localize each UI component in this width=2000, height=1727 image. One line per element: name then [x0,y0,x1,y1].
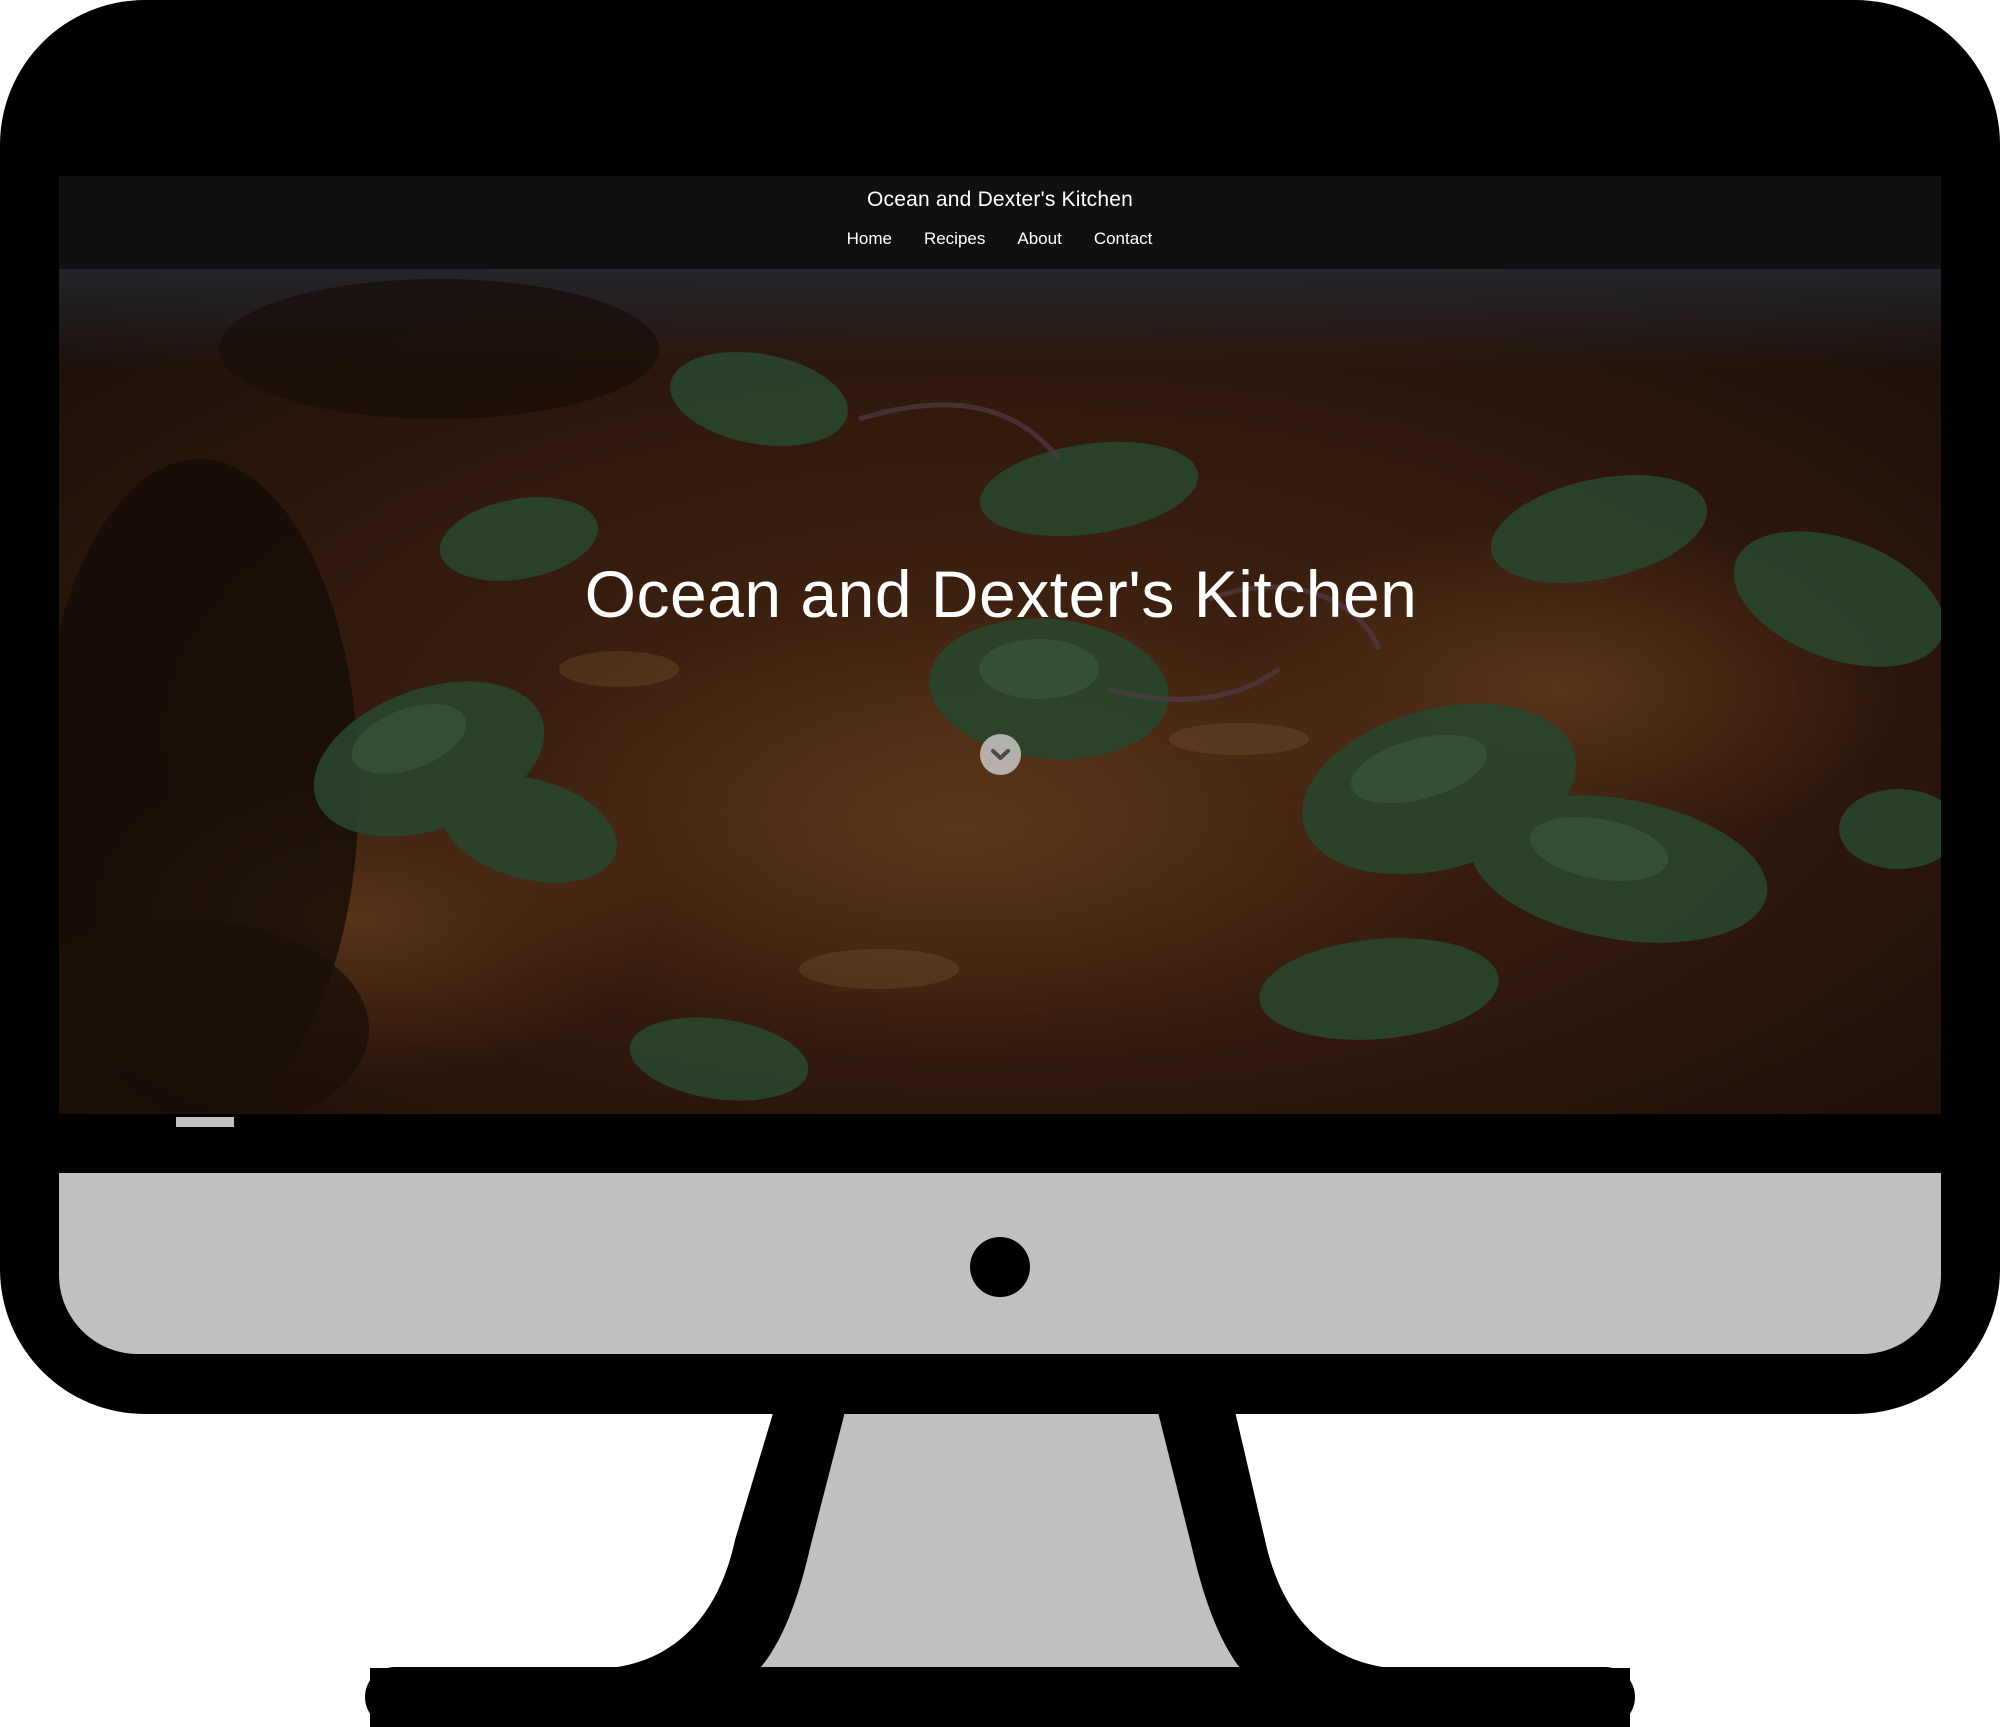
chevron-down-icon [991,749,1010,760]
website-screen: Ocean and Dexter's Kitchen Home Recipes … [59,176,1941,1114]
hero-section: Ocean and Dexter's Kitchen [59,269,1941,1114]
main-nav: Home Recipes About Contact [59,229,1941,249]
nav-about-link[interactable]: About [1017,229,1061,249]
nav-home-link[interactable]: Home [847,229,892,249]
hero-overlay [59,269,1941,1114]
monitor-base [365,1667,1635,1727]
site-title[interactable]: Ocean and Dexter's Kitchen [59,188,1941,212]
device-mockup: Ocean and Dexter's Kitchen Home Recipes … [0,0,2000,1727]
bezel-strip-left [59,1117,176,1173]
site-header: Ocean and Dexter's Kitchen Home Recipes … [59,176,1941,269]
bezel-strip-right [234,1117,1941,1173]
nav-recipes-link[interactable]: Recipes [924,229,985,249]
scroll-down-button[interactable] [980,734,1021,775]
monitor-logo-dot [970,1237,1030,1297]
hero-title: Ocean and Dexter's Kitchen [584,557,1418,631]
nav-contact-link[interactable]: Contact [1094,229,1153,249]
